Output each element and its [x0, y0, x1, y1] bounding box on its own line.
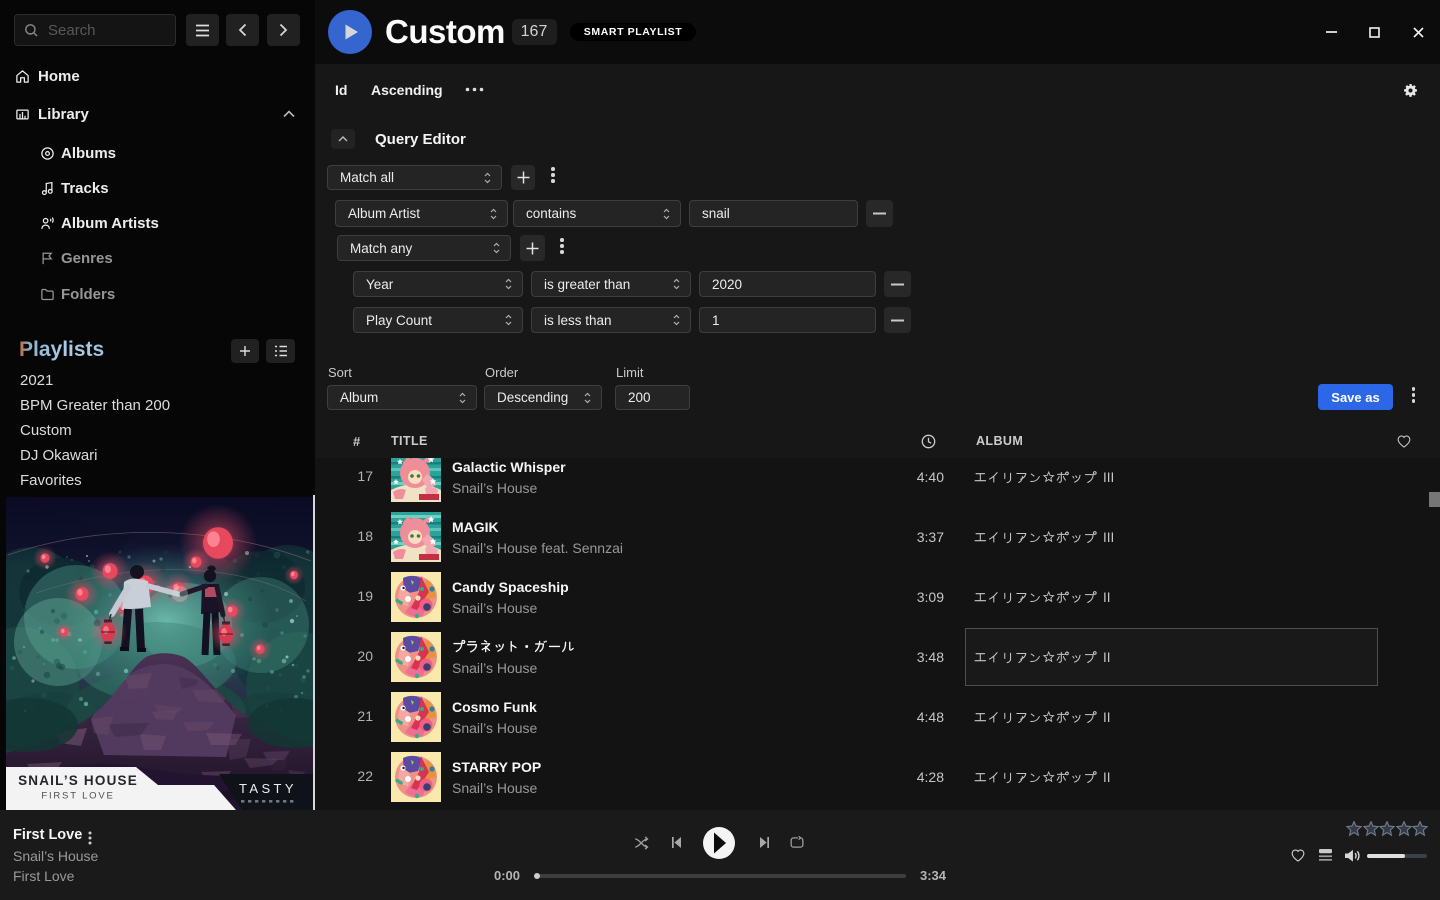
svg-text:SNAIL’S HOUSE: SNAIL’S HOUSE [18, 773, 138, 788]
svg-text:TASTY: TASTY [239, 781, 297, 796]
svg-text:FIRST LOVE: FIRST LOVE [41, 791, 114, 802]
